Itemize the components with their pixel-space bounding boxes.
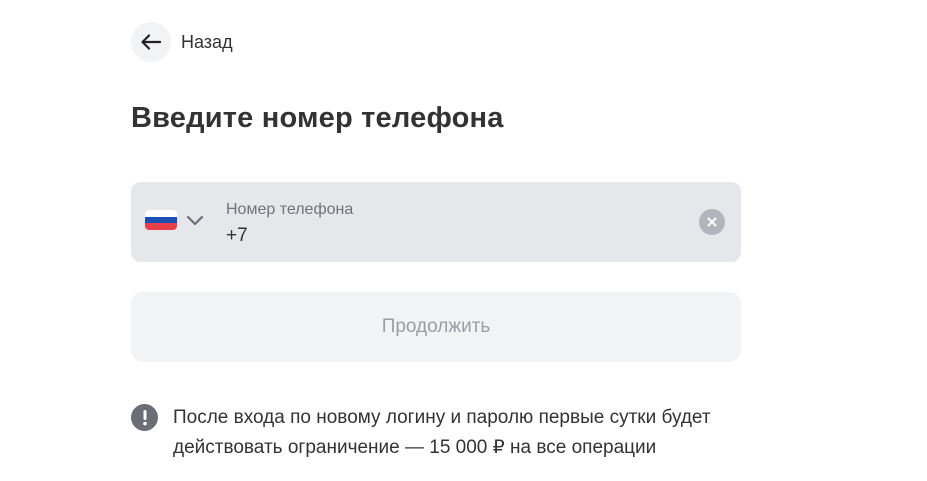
continue-button[interactable]: Продолжить xyxy=(131,292,741,362)
phone-field-label: Номер телефона xyxy=(226,201,354,218)
phone-field[interactable]: Номер телефона xyxy=(131,182,741,262)
phone-input[interactable] xyxy=(226,225,666,247)
flag-russia-icon xyxy=(145,210,177,230)
notice-line-1: После входа по новому логину и паролю пе… xyxy=(173,407,711,428)
clear-icon xyxy=(707,217,717,227)
page-title: Введите номер телефона xyxy=(131,102,504,134)
country-selector[interactable] xyxy=(145,210,204,230)
back-circle[interactable] xyxy=(131,22,171,62)
chevron-down-icon xyxy=(186,215,204,226)
page: Назад Введите номер телефона Номер телеф… xyxy=(0,0,927,481)
arrow-left-icon xyxy=(141,34,161,50)
clear-button[interactable] xyxy=(699,209,725,235)
notice-line-2: действовать ограничение — 15 000 ₽ на вс… xyxy=(173,437,657,458)
exclamation-icon xyxy=(131,404,158,431)
back-button[interactable]: Назад xyxy=(131,22,233,62)
notice: После входа по новому логину и паролю пе… xyxy=(131,404,763,463)
back-label[interactable]: Назад xyxy=(181,32,233,53)
notice-text: После входа по новому логину и паролю пе… xyxy=(173,403,763,463)
